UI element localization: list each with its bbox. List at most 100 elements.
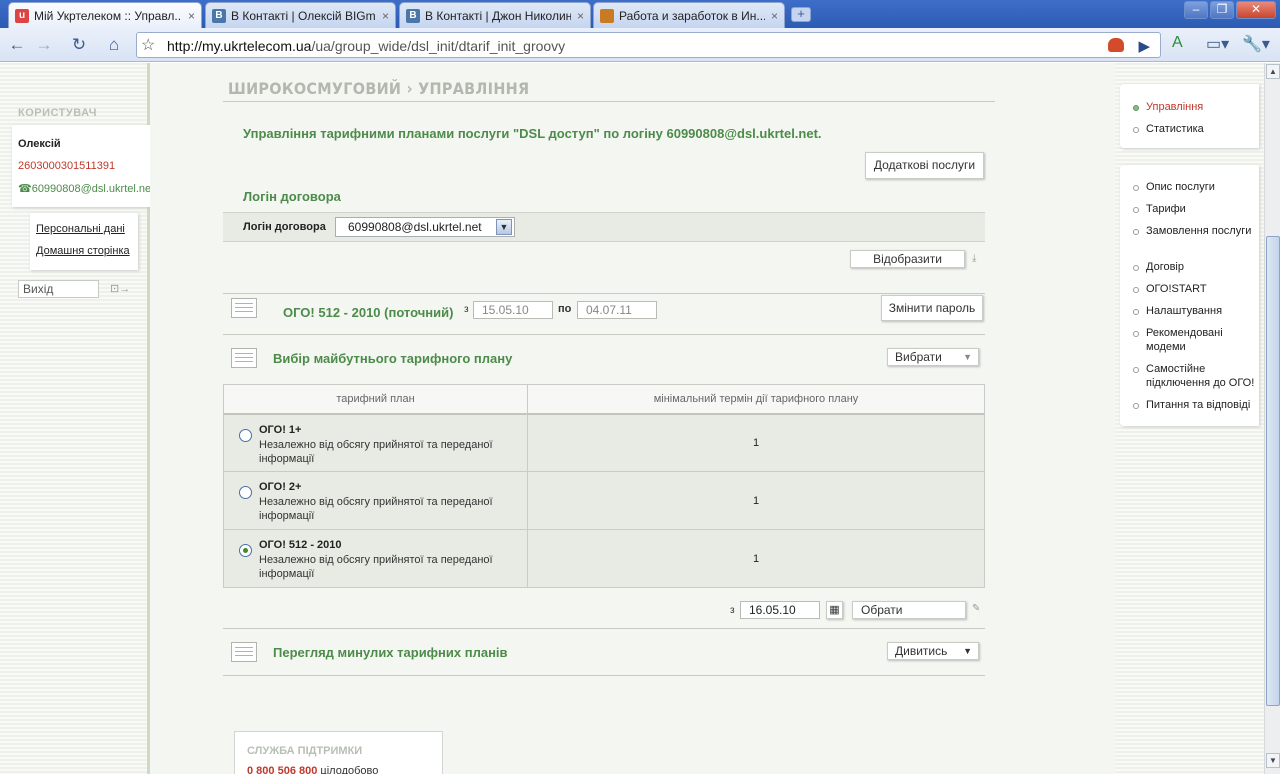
new-tab-button[interactable]: + xyxy=(791,7,811,22)
tab-title: Мій Укртелеком :: Управл... xyxy=(34,8,182,23)
show-button[interactable]: Відобразити xyxy=(850,250,965,268)
support-heading: СЛУЖБА ПІДТРИМКИ xyxy=(247,745,363,757)
address-bar[interactable]: ☆ http://my.ukrtelecom.ua/ua/group_wide/… xyxy=(136,32,1161,58)
user-heading: КОРИСТУВАЧ xyxy=(18,107,97,119)
bullet-icon xyxy=(1133,309,1139,315)
calendar-icon[interactable]: ▦ xyxy=(826,601,843,619)
back-arrow-icon[interactable]: ← xyxy=(6,34,28,56)
menu-item-statistics[interactable]: Статистика xyxy=(1146,122,1258,136)
view-dropdown-label: Дивитись xyxy=(895,644,948,658)
vertical-scrollbar[interactable]: ▲ ▼ xyxy=(1264,63,1280,774)
browser-tab-work[interactable]: Работа и заработок в Ин... × xyxy=(593,2,785,28)
divider xyxy=(223,334,985,335)
go-arrow-icon[interactable]: ▶ xyxy=(1138,37,1150,55)
tab-close-icon[interactable]: × xyxy=(771,9,778,23)
login-section-label: Логін договора xyxy=(243,189,341,204)
extension-icon[interactable] xyxy=(1108,38,1124,52)
table-row[interactable]: ОГО! 512 - 2010 Незалежно від обсягу при… xyxy=(223,529,985,588)
column-header-term: мінімальний термін дії тарифного плану xyxy=(527,384,985,415)
plan-radio-selected[interactable] xyxy=(239,544,252,557)
plan-name: ОГО! 512 - 2010 xyxy=(259,539,342,551)
support-phone-line: 0 800 506 800 цілодобово xyxy=(247,765,378,774)
login-field-label: Логін договора xyxy=(243,221,326,233)
plan-description: Незалежно від обсягу прийнятої та переда… xyxy=(259,554,493,580)
scroll-down-arrow-icon[interactable]: ▼ xyxy=(1266,753,1280,768)
logout-icon[interactable]: ⊡→ xyxy=(110,282,130,295)
menu-item-order-service[interactable]: Замовлення послуги xyxy=(1146,224,1258,238)
download-icon[interactable]: ⤓ xyxy=(972,253,976,264)
bullet-icon xyxy=(1133,207,1139,213)
page-menu-icon[interactable]: ▭▾ xyxy=(1206,34,1229,54)
forward-arrow-icon[interactable]: → xyxy=(33,34,55,56)
site-favicon-icon xyxy=(600,8,614,23)
menu-item-tariffs[interactable]: Тарифи xyxy=(1146,202,1258,216)
support-phone-note: цілодобово xyxy=(320,765,379,774)
home-page-link[interactable]: Домашня сторінка xyxy=(36,245,130,257)
menu-item-recommended-modems[interactable]: Рекомендовані модеми xyxy=(1146,326,1258,354)
scroll-up-arrow-icon[interactable]: ▲ xyxy=(1266,64,1280,79)
menu-item-contract[interactable]: Договір xyxy=(1146,260,1258,274)
current-plan-from-date: 15.05.10 xyxy=(473,301,553,319)
support-box: СЛУЖБА ПІДТРИМКИ 0 800 506 800 цілодобов… xyxy=(234,731,443,774)
bookmark-star-icon[interactable]: ☆ xyxy=(141,35,155,55)
plan-term: 1 xyxy=(527,529,985,588)
current-plan-name: ОГО! 512 - 2010 (поточний) xyxy=(283,305,454,320)
wrench-menu-icon[interactable]: 🔧▾ xyxy=(1242,34,1270,54)
personal-data-link[interactable]: Персональні дані xyxy=(36,223,125,235)
menu-item-management[interactable]: Управління xyxy=(1146,100,1258,114)
edit-icon[interactable]: ✎ xyxy=(972,603,980,614)
tab-close-icon[interactable]: × xyxy=(382,9,389,23)
table-row[interactable]: ОГО! 1+ Незалежно від обсягу прийнятої т… xyxy=(223,413,985,472)
browser-tab-vk-1[interactable]: B В Контакті | Олексій BIGm... × xyxy=(205,2,396,28)
menu-item-settings[interactable]: Налаштування xyxy=(1146,304,1258,318)
login-bar: Логін договора 60990808@dsl.ukrtel.net ▼ xyxy=(223,212,985,242)
main-content: ШИРОКОСМУГОВИЙ › УПРАВЛІННЯ Управління т… xyxy=(150,63,1115,774)
chevron-down-icon[interactable]: ▼ xyxy=(496,219,512,235)
browser-tab-vk-2[interactable]: B В Контакті | Джон Николин × xyxy=(399,2,591,28)
browser-tab-ukrtelecom[interactable]: u Мій Укртелеком :: Управл... × xyxy=(8,2,202,28)
choose-button[interactable]: Обрати xyxy=(852,601,966,619)
menu-item-ogo-start[interactable]: ОГО!START xyxy=(1146,282,1258,296)
login-select[interactable]: 60990808@dsl.ukrtel.net ▼ xyxy=(335,217,515,237)
select-dropdown-button[interactable]: Вибрати ▼ xyxy=(887,348,979,366)
chevron-down-icon: ▼ xyxy=(963,352,972,362)
info-menu: Опис послуги Тарифи Замовлення послуги Д… xyxy=(1120,165,1259,426)
home-icon[interactable]: ⌂ xyxy=(103,34,125,56)
tab-close-icon[interactable]: × xyxy=(188,9,195,23)
menu-item-service-description[interactable]: Опис послуги xyxy=(1146,180,1258,194)
extra-services-button[interactable]: Додаткові послуги xyxy=(865,152,984,179)
bullet-icon xyxy=(1133,403,1139,409)
url-path: /ua/group_wide/dsl_init/dtarif_init_groo… xyxy=(311,38,566,54)
future-plan-heading: Вибір майбутнього тарифного плану xyxy=(273,351,513,366)
logout-button[interactable]: Вихід xyxy=(18,280,99,298)
plan-radio[interactable] xyxy=(239,428,252,442)
plan-term: 1 xyxy=(527,413,985,472)
menu-item-self-connection[interactable]: Самостійне підключення до ОГО! xyxy=(1146,362,1258,390)
view-dropdown-button[interactable]: Дивитись ▼ xyxy=(887,642,979,660)
tab-title: В Контакті | Джон Николин xyxy=(425,8,571,23)
minimize-button[interactable]: – xyxy=(1184,1,1208,19)
browser-tab-bar: u Мій Укртелеком :: Управл... × B В Конт… xyxy=(0,0,1280,28)
table-row[interactable]: ОГО! 2+ Незалежно від обсягу прийнятої т… xyxy=(223,471,985,530)
tab-close-icon[interactable]: × xyxy=(577,9,584,23)
change-password-button[interactable]: Змінити пароль xyxy=(881,295,983,321)
column-header-plan: тарифний план xyxy=(223,384,528,415)
start-date-field[interactable]: 16.05.10 xyxy=(740,601,820,619)
tab-title: В Контакті | Олексій BIGm... xyxy=(231,8,376,23)
reload-icon[interactable]: ↻ xyxy=(68,34,90,56)
tariff-document-icon xyxy=(231,298,257,318)
bullet-icon xyxy=(1133,185,1139,191)
scrollbar-thumb[interactable] xyxy=(1266,236,1280,706)
close-window-button[interactable]: ✕ xyxy=(1236,1,1276,19)
ukrtelecom-favicon-icon: u xyxy=(15,8,29,23)
menu-item-faq[interactable]: Питання та відповіді xyxy=(1146,398,1258,412)
address-url[interactable]: http://my.ukrtelecom.ua/ua/group_wide/ds… xyxy=(167,38,565,54)
url-host: http://my.ukrtelecom.ua xyxy=(167,38,312,54)
vk-favicon-icon: B xyxy=(406,8,420,23)
tariff-plans-table: тарифний план мінімальний термін дії тар… xyxy=(223,384,985,588)
page-viewport: КОРИСТУВАЧ Олексій 2603000301511391 ☎609… xyxy=(0,63,1264,774)
bullet-icon xyxy=(1133,105,1139,111)
maximize-button[interactable]: ❐ xyxy=(1210,1,1234,19)
plan-radio[interactable] xyxy=(239,486,252,499)
translate-icon[interactable]: A xyxy=(1172,34,1183,52)
